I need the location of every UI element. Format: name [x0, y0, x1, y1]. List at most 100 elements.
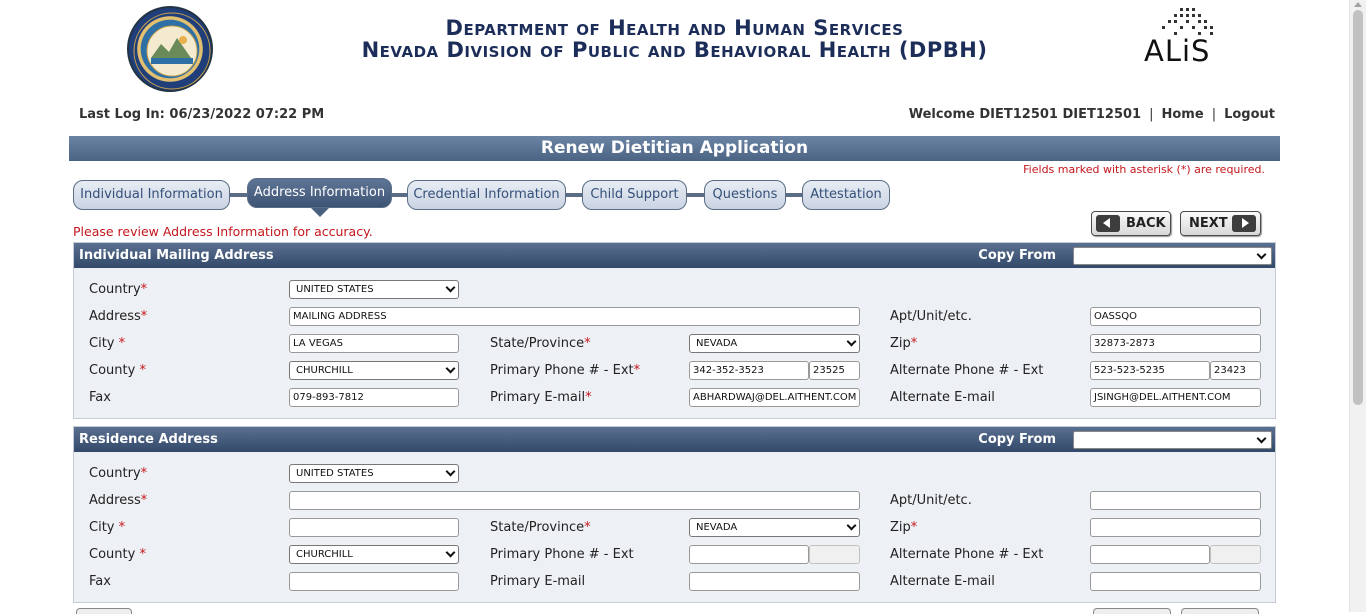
apt-input[interactable]: OASSQO	[1090, 307, 1261, 326]
apt-input[interactable]	[1090, 491, 1261, 510]
step-connector	[230, 193, 247, 197]
address-label: Address*	[89, 493, 148, 508]
chevron-down-icon	[1256, 249, 1267, 260]
page-title: Renew Dietitian Application	[69, 136, 1280, 161]
step-connector	[786, 193, 802, 197]
city-label: City *	[89, 336, 126, 351]
primary-phone-label: Primary Phone # - Ext*	[490, 363, 641, 378]
zip-input[interactable]: 32873-2873	[1090, 334, 1261, 353]
copy-from-select[interactable]	[1073, 431, 1272, 449]
copy-from-label: Copy From	[978, 432, 1056, 447]
back-label: BACK	[1126, 216, 1166, 231]
scroll-thumb[interactable]	[1353, 10, 1363, 405]
alt-phone-label: Alternate Phone # - Ext	[890, 363, 1044, 378]
step-connector	[566, 193, 582, 197]
county-select[interactable]: CHURCHILL	[289, 361, 459, 380]
chevron-down-icon	[445, 547, 456, 558]
residence-address-section: Residence Address Copy From Country* Add…	[73, 426, 1276, 603]
section-header: Individual Mailing Address Copy From	[74, 243, 1275, 268]
country-select[interactable]: UNITED STATES	[289, 464, 459, 483]
primary-email-input[interactable]: ABHARDWAJ@DEL.AITHENT.COM	[689, 388, 860, 407]
section-title: Individual Mailing Address	[79, 248, 274, 263]
chevron-down-icon	[445, 363, 456, 374]
county-select[interactable]: CHURCHILL	[289, 545, 459, 564]
primary-phone-input[interactable]: 342-352-3523	[689, 361, 809, 380]
alis-logo: ALiS	[1140, 6, 1220, 70]
city-input[interactable]	[289, 518, 459, 537]
chevron-down-icon	[846, 336, 857, 347]
address-input[interactable]: MAILING ADDRESS	[289, 307, 860, 326]
state-select[interactable]: NEVADA	[689, 518, 860, 537]
welcome-text: Welcome DIET12501 DIET12501	[908, 107, 1142, 122]
address-input[interactable]	[289, 491, 860, 510]
copy-from-select[interactable]	[1073, 247, 1272, 265]
address-label: Address*	[89, 309, 148, 324]
apt-label: Apt/Unit/etc.	[890, 493, 972, 508]
active-tab-caret	[310, 208, 329, 217]
next-label: NEXT	[1189, 216, 1228, 231]
bottom-button-partial[interactable]	[1181, 608, 1259, 614]
alt-phone-input[interactable]: 523-523-5235	[1090, 361, 1210, 380]
city-label: City *	[89, 520, 126, 535]
fax-input[interactable]: 079-893-7812	[289, 388, 459, 407]
country-label: Country*	[89, 282, 148, 297]
arrow-right-icon	[1232, 215, 1256, 232]
alt-phone-input[interactable]	[1090, 545, 1210, 564]
scroll-up-icon[interactable]	[1354, 2, 1362, 7]
alt-ext-input[interactable]: 23423	[1210, 361, 1261, 380]
alt-email-label: Alternate E-mail	[890, 574, 995, 589]
primary-phone-label: Primary Phone # - Ext	[490, 547, 634, 562]
apt-label: Apt/Unit/etc.	[890, 309, 972, 324]
mailing-address-section: Individual Mailing Address Copy From Cou…	[73, 242, 1276, 419]
tab-child-support[interactable]: Child Support	[582, 180, 687, 210]
tab-credential-information[interactable]: Credential Information	[407, 180, 566, 210]
bottom-button-partial[interactable]	[76, 608, 132, 614]
tab-questions[interactable]: Questions	[704, 180, 786, 210]
primary-ext-input[interactable]: 23525	[809, 361, 860, 380]
country-select[interactable]: UNITED STATES	[289, 280, 459, 299]
logout-link[interactable]: Logout	[1224, 107, 1275, 122]
state-label: State/Province*	[490, 336, 591, 351]
required-note: Fields marked with asterisk (*) are requ…	[1023, 163, 1265, 176]
zip-label: Zip*	[890, 520, 918, 535]
step-connector	[687, 193, 704, 197]
back-button[interactable]: BACK	[1091, 211, 1171, 236]
chevron-down-icon	[445, 466, 456, 477]
arrow-left-icon	[1096, 215, 1120, 232]
zip-label: Zip*	[890, 336, 918, 351]
alt-ext-input	[1210, 545, 1261, 564]
city-input[interactable]: LA VEGAS	[289, 334, 459, 353]
separator: |	[1211, 107, 1217, 122]
alt-email-input[interactable]: JSINGH@DEL.AITHENT.COM	[1090, 388, 1261, 407]
page-scrollbar[interactable]	[1349, 0, 1366, 612]
primary-email-label: Primary E-mail	[490, 574, 586, 589]
next-button[interactable]: NEXT	[1180, 211, 1261, 236]
tab-address-information[interactable]: Address Information	[247, 178, 392, 217]
tab-attestation[interactable]: Attestation	[802, 180, 890, 210]
chevron-down-icon	[846, 520, 857, 531]
chevron-down-icon	[1256, 433, 1267, 444]
review-note: Please review Address Information for ac…	[73, 224, 373, 239]
alis-logo-text: ALiS	[1144, 34, 1211, 68]
user-links: Welcome DIET12501 DIET12501 | Home | Logout	[909, 107, 1275, 122]
section-header: Residence Address Copy From	[74, 427, 1275, 452]
primary-email-input[interactable]	[689, 572, 860, 591]
fax-label: Fax	[89, 574, 111, 589]
separator: |	[1149, 107, 1154, 122]
alt-email-label: Alternate E-mail	[890, 390, 995, 405]
tab-individual-information[interactable]: Individual Information	[73, 180, 230, 210]
bottom-button-partial[interactable]	[1093, 608, 1171, 614]
home-link[interactable]: Home	[1162, 107, 1204, 122]
fax-input[interactable]	[289, 572, 459, 591]
last-login: Last Log In: 06/23/2022 07:22 PM	[79, 107, 325, 122]
primary-phone-input[interactable]	[689, 545, 809, 564]
alt-phone-label: Alternate Phone # - Ext	[890, 547, 1044, 562]
step-connector	[392, 193, 407, 197]
state-label: State/Province*	[490, 520, 591, 535]
county-label: County *	[89, 363, 146, 378]
zip-input[interactable]	[1090, 518, 1261, 537]
state-select[interactable]: NEVADA	[689, 334, 860, 353]
primary-email-label: Primary E-mail*	[490, 390, 592, 405]
alt-email-input[interactable]	[1090, 572, 1261, 591]
site-header: Department of Health and Human Services …	[0, 0, 1349, 100]
